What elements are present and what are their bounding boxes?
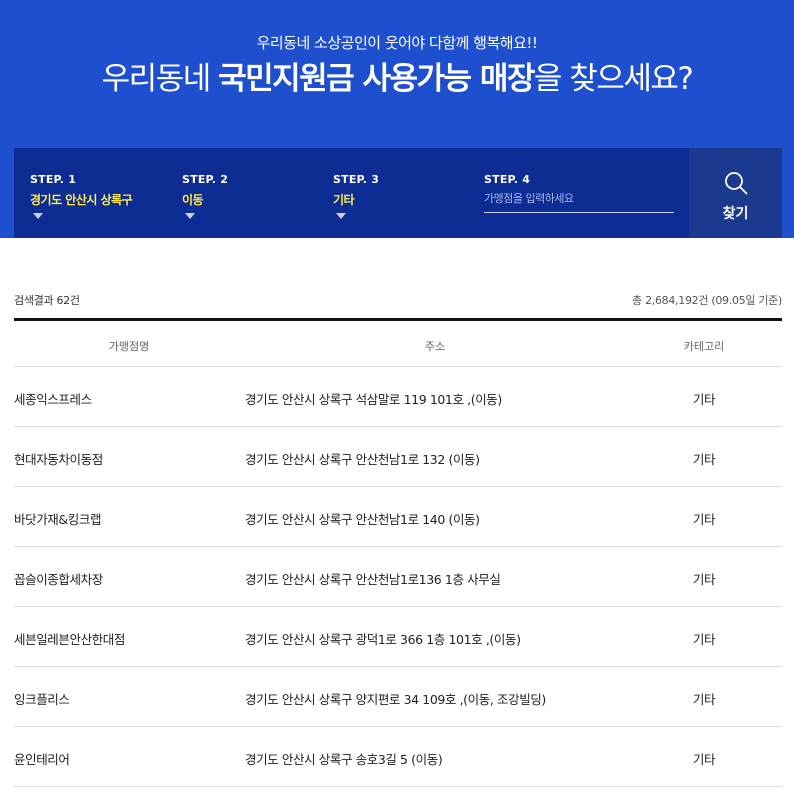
- table-row[interactable]: 윤인테리어 경기도 안산시 상록구 송호3길 5 (이동) 기타: [14, 727, 782, 787]
- store-category: 기타: [692, 512, 716, 527]
- chevron-down-icon[interactable]: [336, 213, 346, 219]
- store-name: 현대자동차이동점: [14, 452, 103, 467]
- store-address: 경기도 안산시 상록구 석삼말로 119 101호 ,(이동): [245, 392, 502, 407]
- step-3-label: STEP. 3: [333, 173, 380, 186]
- search-button[interactable]: 찾기: [689, 148, 782, 238]
- table-row[interactable]: 세종익스프레스 경기도 안산시 상록구 석삼말로 119 101호 ,(이동) …: [14, 367, 782, 427]
- store-category: 기타: [692, 452, 716, 467]
- table-row[interactable]: 세븐일레븐안산한대점 경기도 안산시 상록구 광덕1로 366 1층 101호 …: [14, 607, 782, 667]
- store-category: 기타: [692, 392, 716, 407]
- hero-subtitle: 우리동네 소상공인이 웃어야 다함께 행복해요!!: [256, 34, 538, 52]
- column-header-name: 가맹점명: [108, 340, 150, 353]
- store-address: 경기도 안산시 상록구 광덕1로 366 1층 101호 ,(이동): [245, 632, 521, 647]
- step-store-search: STEP. 4: [484, 148, 676, 238]
- table-row[interactable]: 현대자동차이동점 경기도 안산시 상록구 안산천남1로 132 (이동) 기타: [14, 427, 782, 487]
- store-address: 경기도 안산시 상록구 안산천남1로136 1층 사무실: [245, 572, 501, 587]
- step-region-select[interactable]: STEP. 1 경기도 안산시 상록구: [30, 148, 180, 238]
- step-2-label: STEP. 2: [182, 173, 229, 186]
- table-row[interactable]: 꼽슬이종합세차장 경기도 안산시 상록구 안산천남1로136 1층 사무실 기타: [14, 547, 782, 607]
- store-category: 기타: [692, 572, 716, 587]
- search-panel: STEP. 1 경기도 안산시 상록구 STEP. 2 이동 STEP. 3 기…: [14, 148, 782, 238]
- hero-title-bold: 국민지원금 사용가능 매장: [218, 61, 535, 97]
- store-name: 세종익스프레스: [14, 392, 92, 407]
- table-row[interactable]: 잉크플리스 경기도 안산시 상록구 양지편로 34 109호 ,(이동, 조강빌…: [14, 667, 782, 727]
- store-name: 세븐일레븐안산한대점: [14, 632, 126, 647]
- hero-title-post: 을 찾으세요?: [533, 61, 694, 97]
- step-1-label: STEP. 1: [30, 173, 77, 186]
- store-category: 기타: [692, 752, 716, 767]
- step-1-value: 경기도 안산시 상록구: [30, 193, 133, 207]
- column-header-category: 카테고리: [683, 340, 725, 353]
- results-table: 가맹점명 주소 카테고리 세종익스프레스 경기도 안산시 상록구 석삼말로 11…: [14, 318, 782, 787]
- store-address: 경기도 안산시 상록구 안산천남1로 132 (이동): [245, 452, 480, 467]
- store-address: 경기도 안산시 상록구 안산천남1로 140 (이동): [245, 512, 480, 527]
- table-row[interactable]: 바닷가재&킹크랩 경기도 안산시 상록구 안산천남1로 140 (이동) 기타: [14, 487, 782, 547]
- results-meta: 검색결과 62건 총 2,684,192건 (09.05일 기준): [14, 292, 782, 312]
- store-name: 꼽슬이종합세차장: [14, 572, 103, 587]
- store-name-input[interactable]: [484, 188, 674, 213]
- store-address: 경기도 안산시 상록구 양지편로 34 109호 ,(이동, 조강빌딩): [245, 692, 546, 707]
- step-2-value: 이동: [182, 193, 204, 207]
- chevron-down-icon[interactable]: [33, 213, 43, 219]
- hero-title: 우리동네 국민지원금 사용가능 매장을 찾으세요?: [0, 58, 794, 100]
- store-name: 윤인테리어: [14, 752, 70, 767]
- search-button-label: 찾기: [722, 205, 749, 221]
- hero-title-pre: 우리동네: [101, 61, 219, 97]
- table-header: 가맹점명 주소 카테고리: [14, 321, 782, 367]
- store-name: 잉크플리스: [14, 692, 70, 707]
- search-icon: [725, 172, 748, 195]
- store-name: 바닷가재&킹크랩: [14, 512, 102, 527]
- column-header-address: 주소: [424, 340, 446, 353]
- store-category: 기타: [692, 692, 716, 707]
- results-count: 검색결과 62건: [14, 294, 80, 307]
- store-category: 기타: [692, 632, 716, 647]
- store-address: 경기도 안산시 상록구 송호3길 5 (이동): [245, 752, 443, 767]
- chevron-down-icon[interactable]: [185, 213, 195, 219]
- step-4-label: STEP. 4: [484, 173, 531, 186]
- step-dong-select[interactable]: STEP. 2 이동: [182, 148, 322, 238]
- results-total: 총 2,684,192건 (09.05일 기준): [632, 294, 782, 307]
- step-category-select[interactable]: STEP. 3 기타: [333, 148, 473, 238]
- step-3-value: 기타: [333, 193, 355, 207]
